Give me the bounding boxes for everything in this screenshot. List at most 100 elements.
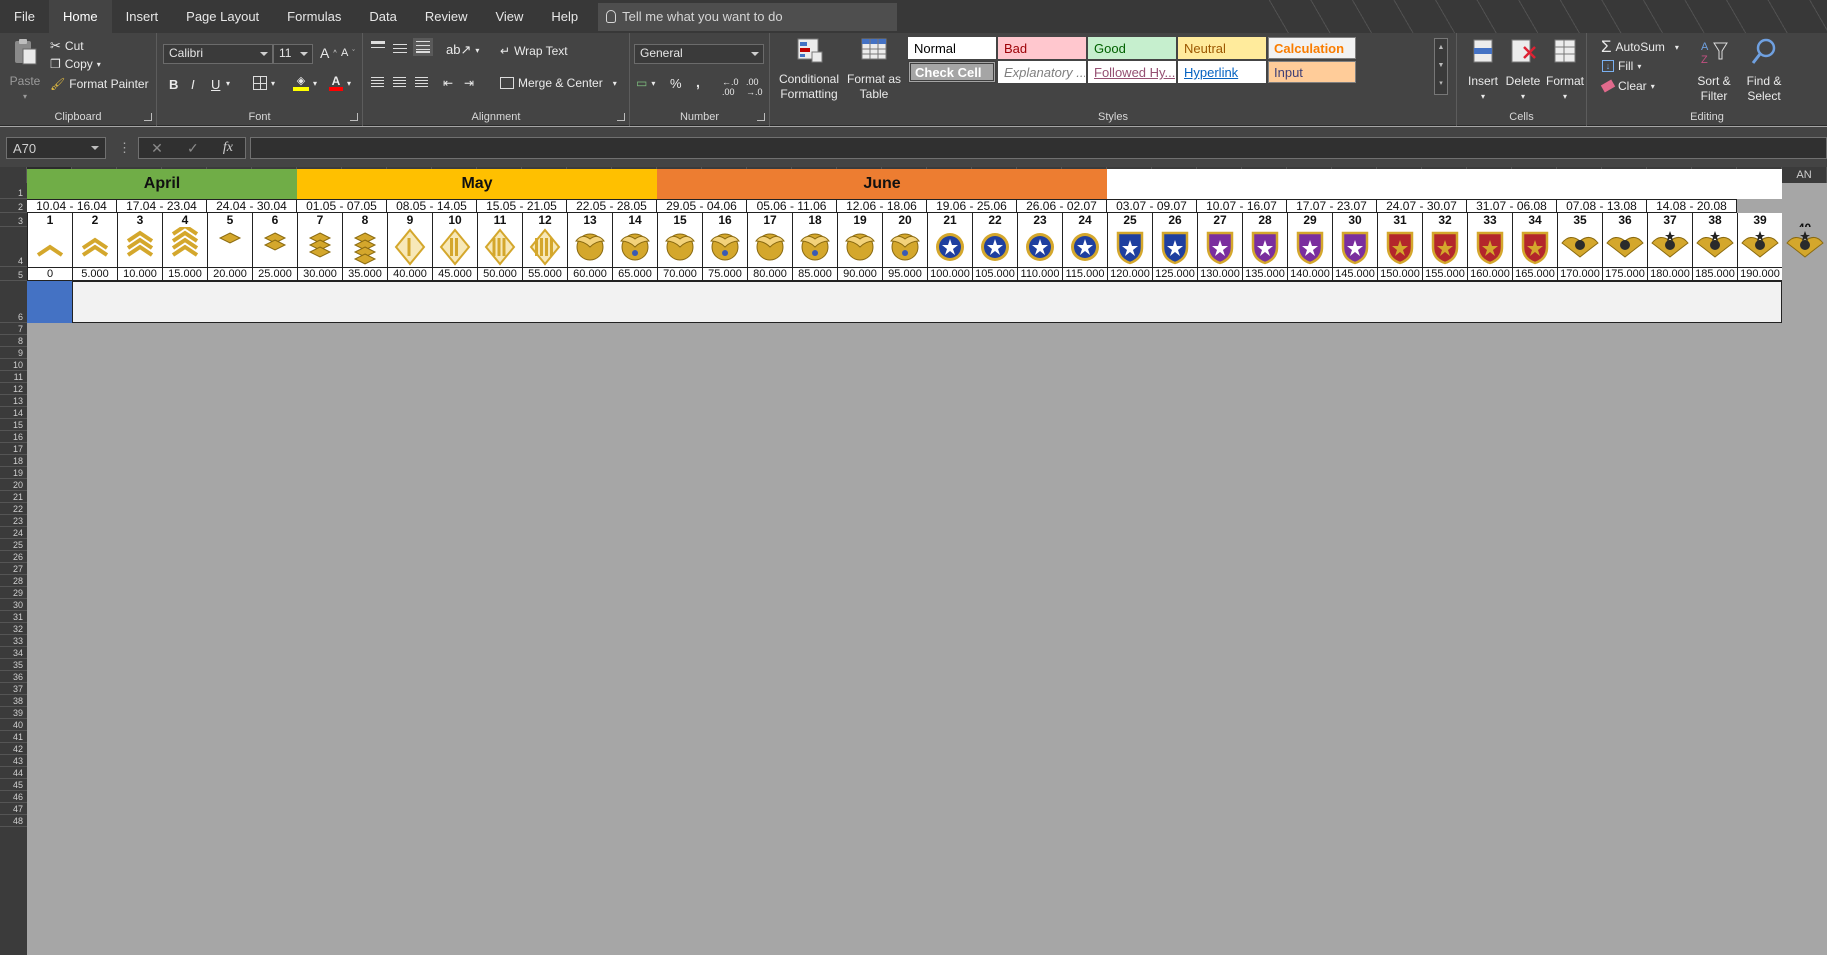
cell-style-neutral[interactable]: Neutral: [1178, 37, 1266, 59]
cell-style-good[interactable]: Good: [1088, 37, 1176, 59]
row-header-20[interactable]: 20: [0, 479, 27, 491]
row-header-18[interactable]: 18: [0, 455, 27, 467]
align-right-button[interactable]: [415, 77, 428, 88]
insert-cells-button[interactable]: Insert ▾: [1465, 37, 1501, 104]
row-header-31[interactable]: 31: [0, 611, 27, 623]
dialog-launcher-icon[interactable]: [757, 113, 765, 121]
row-header-34[interactable]: 34: [0, 647, 27, 659]
row-header-42[interactable]: 42: [0, 743, 27, 755]
row-header-10[interactable]: 10: [0, 359, 27, 371]
column-header-an[interactable]: AN: [1782, 167, 1827, 183]
row-header-14[interactable]: 14: [0, 407, 27, 419]
row-header-3[interactable]: 3: [0, 213, 27, 227]
row-header-17[interactable]: 17: [0, 443, 27, 455]
row-header-8[interactable]: 8: [0, 335, 27, 347]
increase-font-button[interactable]: A ^: [320, 45, 337, 61]
dialog-launcher-icon[interactable]: [144, 113, 152, 121]
decrease-indent-button[interactable]: ⇤: [443, 76, 453, 90]
sort-filter-button[interactable]: A Z Sort & Filter: [1691, 37, 1737, 104]
merge-center-button[interactable]: Merge & Center ▾: [500, 76, 617, 90]
top-align-button[interactable]: [371, 41, 385, 51]
row-header-7[interactable]: 7: [0, 323, 27, 335]
menu-tab-page-layout[interactable]: Page Layout: [172, 0, 273, 33]
middle-align-button[interactable]: [393, 41, 407, 54]
decrease-font-button[interactable]: Aˇ: [341, 47, 355, 59]
row-header-46[interactable]: 46: [0, 791, 27, 803]
row-header-48[interactable]: 48: [0, 815, 27, 827]
cell-style-hyperlink[interactable]: Hyperlink: [1178, 61, 1266, 83]
row-header-22[interactable]: 22: [0, 503, 27, 515]
row-header-45[interactable]: 45: [0, 779, 27, 791]
delete-cells-button[interactable]: Delete ▾: [1505, 37, 1541, 104]
paste-button[interactable]: Paste ▾: [6, 37, 44, 104]
row-header-36[interactable]: 36: [0, 671, 27, 683]
menu-tab-review[interactable]: Review: [411, 0, 482, 33]
row-header-2[interactable]: 2: [0, 199, 27, 213]
cut-button[interactable]: ✂ Cut: [50, 38, 84, 54]
find-select-button[interactable]: Find & Select: [1739, 37, 1789, 104]
row-header-40[interactable]: 40: [0, 719, 27, 731]
row-header-44[interactable]: 44: [0, 767, 27, 779]
row-header-35[interactable]: 35: [0, 659, 27, 671]
row-header-21[interactable]: 21: [0, 491, 27, 503]
row-header-23[interactable]: 23: [0, 515, 27, 527]
row-header-19[interactable]: 19: [0, 467, 27, 479]
row-header-38[interactable]: 38: [0, 695, 27, 707]
menu-tab-data[interactable]: Data: [355, 0, 410, 33]
underline-button[interactable]: U: [211, 77, 220, 92]
row-header-11[interactable]: 11: [0, 371, 27, 383]
increase-indent-button[interactable]: ⇥: [464, 76, 474, 90]
align-left-button[interactable]: [371, 77, 384, 88]
row-header-41[interactable]: 41: [0, 731, 27, 743]
menu-tab-formulas[interactable]: Formulas: [273, 0, 355, 33]
copy-button[interactable]: ❐ Copy ▾: [50, 57, 101, 71]
format-cells-button[interactable]: Format ▾: [1545, 37, 1585, 104]
fill-color-button[interactable]: ◈ ▾: [293, 75, 317, 91]
row-header-37[interactable]: 37: [0, 683, 27, 695]
cell-style-input[interactable]: Input: [1268, 61, 1356, 83]
autosum-button[interactable]: Σ AutoSum ▾: [1601, 37, 1679, 57]
dialog-launcher-icon[interactable]: [350, 113, 358, 121]
enter-icon[interactable]: ✓: [187, 140, 199, 157]
row-header-5[interactable]: 5: [0, 267, 27, 281]
increase-decimal-button[interactable]: ←.0.00: [722, 77, 739, 97]
row-header-32[interactable]: 32: [0, 623, 27, 635]
row-header-15[interactable]: 15: [0, 419, 27, 431]
menu-tab-file[interactable]: File: [0, 0, 49, 33]
accounting-format-button[interactable]: ▭ ▾: [636, 76, 655, 90]
orientation-button[interactable]: ab↗ ▾: [446, 42, 479, 58]
dialog-launcher-icon[interactable]: [617, 113, 625, 121]
decrease-decimal-button[interactable]: .00 →.0: [746, 77, 763, 97]
styles-scroll[interactable]: ▲ ▼ ▾: [1434, 38, 1448, 95]
borders-button[interactable]: ▾: [253, 76, 275, 90]
fill-button[interactable]: ↓ Fill ▾: [1602, 59, 1641, 73]
row-header-6[interactable]: 6: [0, 281, 27, 323]
format-painter-button[interactable]: 🖌 Format Painter: [50, 77, 149, 91]
name-box[interactable]: A70: [6, 137, 106, 159]
align-center-button[interactable]: [393, 77, 406, 88]
bottom-align-button[interactable]: [413, 38, 433, 56]
cell-style-calculation[interactable]: Calculation: [1268, 37, 1356, 59]
row-header-26[interactable]: 26: [0, 551, 27, 563]
cell-style-followed-hy[interactable]: Followed Hy...: [1088, 61, 1176, 83]
wrap-text-button[interactable]: ↵ Wrap Text: [500, 44, 568, 58]
row-header-4[interactable]: 4: [0, 227, 27, 267]
row-header-47[interactable]: 47: [0, 803, 27, 815]
format-as-table-button[interactable]: Format as Table: [846, 35, 902, 102]
row-header-27[interactable]: 27: [0, 563, 27, 575]
row-header-1[interactable]: 1: [0, 183, 27, 199]
cell-style-check-cell[interactable]: Check Cell: [908, 61, 996, 83]
row-header-9[interactable]: 9: [0, 347, 27, 359]
cell-style-normal[interactable]: Normal: [907, 36, 997, 60]
formula-input[interactable]: [250, 137, 1827, 159]
worksheet[interactable]: April May June 10.04 - 16.04 17.04 - 23.04 24…: [27, 169, 1827, 955]
cancel-icon[interactable]: ✕: [151, 140, 163, 157]
selected-cell[interactable]: [27, 281, 72, 323]
comma-style-button[interactable]: ,: [696, 74, 700, 90]
bold-button[interactable]: B: [169, 77, 178, 92]
row-header-16[interactable]: 16: [0, 431, 27, 443]
row-header-24[interactable]: 24: [0, 527, 27, 539]
more-options-icon[interactable]: ⋮: [118, 140, 131, 156]
menu-tab-home[interactable]: Home: [48, 0, 112, 33]
menu-tab-insert[interactable]: Insert: [112, 0, 173, 33]
